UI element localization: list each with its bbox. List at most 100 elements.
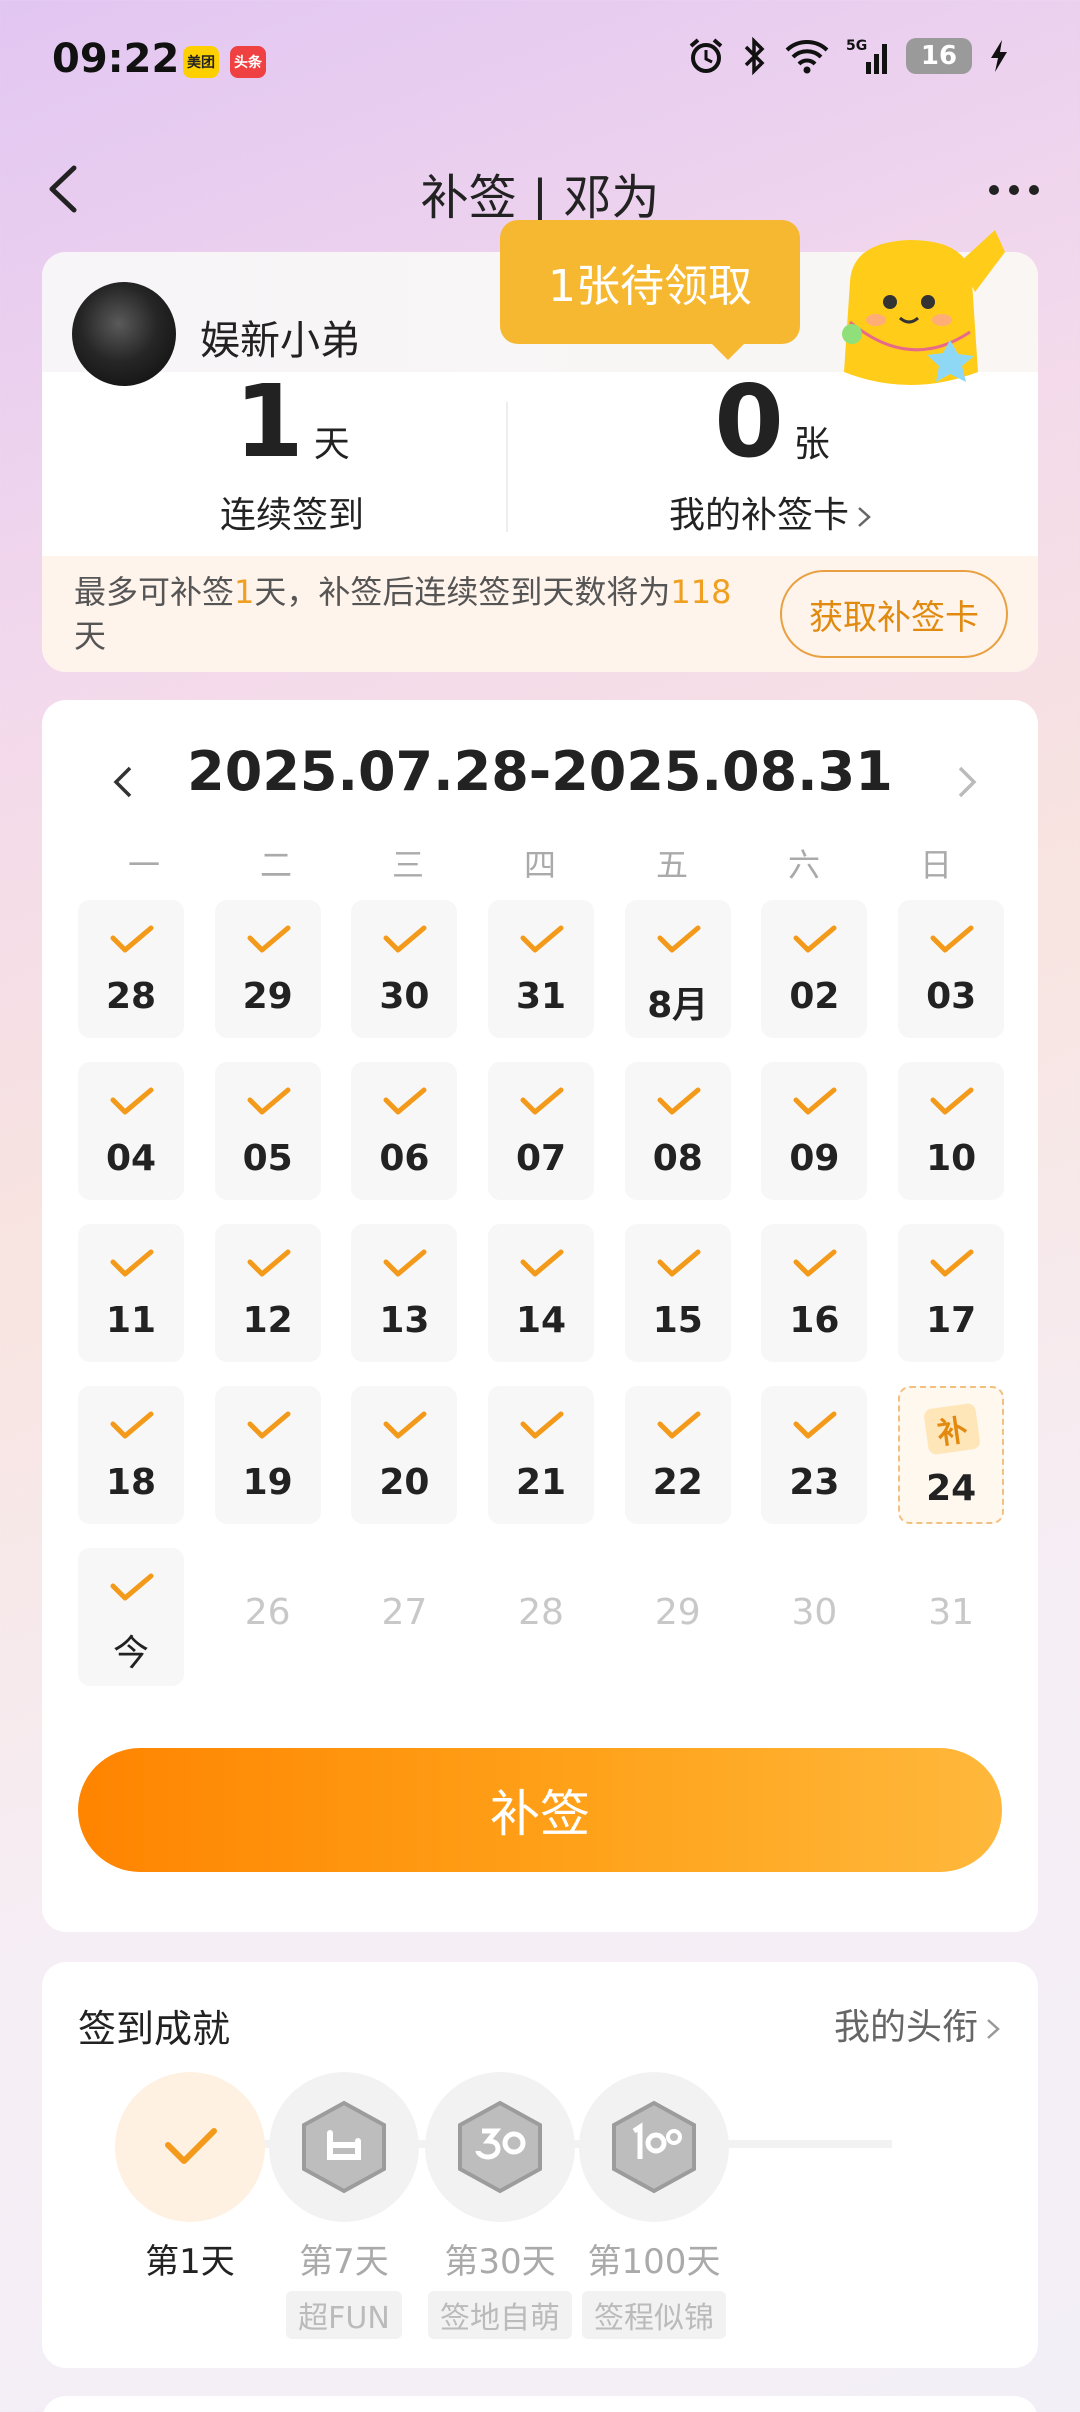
calendar-day-checked[interactable]: 17 xyxy=(898,1224,1005,1362)
get-makeup-card-button[interactable]: 获取补签卡 xyxy=(780,570,1008,658)
avatar[interactable] xyxy=(72,282,176,386)
calendar-day-label: 29 xyxy=(654,1592,701,1633)
calendar-day-checked[interactable]: 16 xyxy=(761,1224,868,1362)
calendar-day-label: 18 xyxy=(105,1462,157,1503)
check-icon xyxy=(383,925,427,953)
makeup-cards-number: 0 xyxy=(714,363,784,480)
calendar-day-label: 17 xyxy=(926,1300,977,1341)
check-icon xyxy=(247,1411,291,1439)
calendar-day-checked[interactable]: 03 xyxy=(898,900,1005,1038)
badge-circle xyxy=(579,2072,729,2222)
calendar-day-checked[interactable]: 29 xyxy=(214,900,321,1038)
badge-circle xyxy=(115,2072,265,2222)
check-icon xyxy=(247,925,291,953)
check-icon xyxy=(247,1249,291,1277)
badge-title-label: 超FUN xyxy=(286,2291,402,2339)
check-icon xyxy=(930,1087,974,1115)
check-icon xyxy=(383,1249,427,1277)
badge-circle xyxy=(269,2072,419,2222)
calendar-day-label: 30 xyxy=(791,1592,838,1633)
calendar-day-checked[interactable]: 06 xyxy=(351,1062,458,1200)
streak-label: 连续签到 xyxy=(219,495,364,536)
calendar-day-label: 14 xyxy=(516,1300,567,1341)
badge-circle xyxy=(425,2072,575,2222)
check-icon xyxy=(110,1573,154,1601)
check-icon xyxy=(110,1411,154,1439)
bluetooth-icon xyxy=(744,36,765,76)
makeup-info-text: 最多可补签1天，补签后连续签到天数将为118天 xyxy=(74,573,732,655)
calendar-day-checked[interactable]: 11 xyxy=(78,1224,184,1362)
calendar-day-label: 02 xyxy=(789,976,840,1017)
calendar-day-future: 29 xyxy=(625,1548,731,1686)
chevron-right-icon xyxy=(858,507,871,527)
calendar-day-checked[interactable]: 18 xyxy=(78,1386,184,1524)
calendar-day-checked[interactable]: 05 xyxy=(214,1062,321,1200)
alarm-icon xyxy=(689,38,723,73)
calendar-day-checked[interactable]: 04 xyxy=(78,1062,184,1200)
calendar-day-label: 23 xyxy=(789,1462,840,1503)
calendar-day-checked[interactable]: 08 xyxy=(624,1062,731,1200)
check-icon xyxy=(793,1411,837,1439)
check-icon xyxy=(520,1411,564,1439)
pending-cards-tooltip[interactable]: 1张待领取 xyxy=(500,220,800,360)
calendar-day-label: 04 xyxy=(105,1138,157,1179)
achievement-badge[interactable]: 第100天 签程似锦 xyxy=(554,2072,754,2339)
check-icon xyxy=(793,925,837,953)
my-titles-link[interactable]: 我的头衔 xyxy=(834,1998,1004,2050)
weekday-label: 六 xyxy=(787,846,820,884)
calendar-day-label: 21 xyxy=(516,1462,567,1503)
calendar-day-checked[interactable]: 22 xyxy=(624,1386,731,1524)
makeup-checkin-button[interactable]: 补签 xyxy=(78,1748,1002,1872)
check-icon xyxy=(520,925,564,953)
calendar-day-checked[interactable]: 30 xyxy=(351,900,458,1038)
calendar-day-future: 30 xyxy=(761,1548,867,1686)
calendar-day-checked[interactable]: 8月 xyxy=(624,900,731,1038)
more-options-icon[interactable] xyxy=(974,170,1054,210)
check-icon xyxy=(247,1087,291,1115)
calendar-day-checked[interactable]: 20 xyxy=(351,1386,458,1524)
calendar-day-checked[interactable]: 13 xyxy=(351,1224,458,1362)
check-icon xyxy=(110,925,154,953)
calendar-day-future: 26 xyxy=(215,1548,321,1686)
streak-stat: 1天 连续签到 xyxy=(62,372,522,538)
username: 娱新小弟 xyxy=(200,318,360,364)
calendar-day-checked[interactable]: 10 xyxy=(898,1062,1005,1200)
calendar-day-today[interactable]: 今 xyxy=(78,1548,184,1686)
calendar-day-checked[interactable]: 23 xyxy=(761,1386,868,1524)
30-days-badge-icon xyxy=(458,2100,542,2194)
calendar-day-checked[interactable]: 15 xyxy=(624,1224,731,1362)
calendar-day-checked[interactable]: 07 xyxy=(488,1062,595,1200)
calendar-day-future: 28 xyxy=(488,1548,594,1686)
calendar-day-label: 12 xyxy=(242,1300,293,1341)
next-card-edge xyxy=(42,2396,1038,2412)
calendar-day-checked[interactable]: 31 xyxy=(488,900,595,1038)
status-icons: 5G 16 xyxy=(686,36,1010,76)
wifi-icon xyxy=(785,40,829,74)
calendar-day-label: 20 xyxy=(379,1462,430,1503)
calendar-day-makeup[interactable]: 补 24 xyxy=(898,1386,1005,1524)
calendar-day-label: 8月 xyxy=(647,985,709,1026)
check-icon xyxy=(110,1249,154,1277)
calendar-day-label: 03 xyxy=(926,976,977,1017)
cellular-signal-icon: 5G xyxy=(846,38,887,74)
fun-badge-icon xyxy=(302,2100,386,2194)
calendar-next-icon[interactable] xyxy=(936,752,996,812)
calendar-day-checked[interactable]: 19 xyxy=(214,1386,321,1524)
weekday-label: 五 xyxy=(655,846,688,884)
calendar-day-checked[interactable]: 12 xyxy=(214,1224,321,1362)
calendar-day-checked[interactable]: 02 xyxy=(761,900,868,1038)
calendar-day-label: 31 xyxy=(928,1592,975,1633)
check-icon xyxy=(657,925,701,953)
badge-day-label: 第100天 xyxy=(587,2242,721,2282)
status-time: 09:22 xyxy=(52,36,180,82)
calendar-day-checked[interactable]: 09 xyxy=(761,1062,868,1200)
calendar-day-checked[interactable]: 28 xyxy=(78,900,184,1038)
weekday-label: 二 xyxy=(259,846,292,884)
calendar-day-checked[interactable]: 21 xyxy=(488,1386,595,1524)
mascot-icon xyxy=(842,230,1005,385)
chevron-right-icon xyxy=(987,2019,1000,2039)
calendar-day-label: 05 xyxy=(242,1138,293,1179)
calendar-day-checked[interactable]: 14 xyxy=(488,1224,595,1362)
status-bar: 09:22 美团 头条 5G 16 xyxy=(0,0,1080,120)
streak-number: 1 xyxy=(234,363,304,480)
